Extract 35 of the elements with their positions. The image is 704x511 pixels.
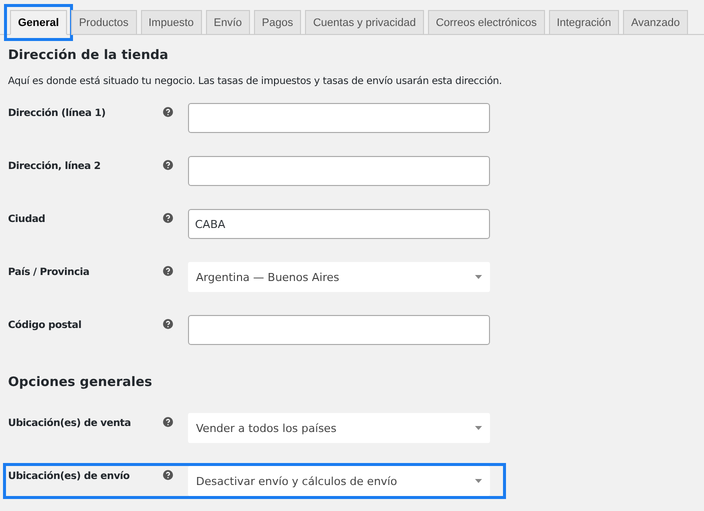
field-label: Código postal [8, 319, 82, 331]
field-label: Dirección, línea 2 [8, 160, 102, 172]
settings-tab[interactable]: Integración [548, 10, 620, 35]
help-icon[interactable] [163, 160, 173, 170]
help-icon[interactable] [163, 107, 173, 117]
field-label: País / Provincia [8, 266, 90, 278]
settings-tab[interactable]: Impuesto [140, 10, 202, 35]
select-field[interactable]: Desactivar envío y cálculos de envío [188, 466, 490, 496]
settings-tab[interactable]: Cuentas y privacidad [305, 10, 424, 35]
caret-icon [475, 426, 482, 430]
settings-tab[interactable]: Avanzado [623, 10, 688, 35]
help-icon[interactable] [163, 470, 173, 480]
field-label: Dirección (línea 1) [8, 107, 107, 119]
select-field[interactable]: Argentina — Buenos Aires [188, 262, 490, 292]
settings-tab[interactable]: Pagos [254, 10, 302, 35]
settings-tab[interactable]: Productos [70, 10, 136, 35]
text-field[interactable]: CABA [188, 209, 490, 239]
settings-tab[interactable]: Envío [206, 10, 250, 35]
field-label: Ciudad [8, 213, 46, 225]
help-icon[interactable] [163, 266, 173, 276]
help-icon[interactable] [163, 213, 173, 223]
select-field[interactable]: Vender a todos los países [188, 413, 490, 443]
caret-icon [475, 479, 482, 483]
field-label: Ubicación(es) de venta [8, 417, 132, 429]
section-title: Opciones generales [8, 375, 154, 392]
field-label: Ubicación(es) de envío [8, 470, 131, 482]
text-field[interactable] [188, 103, 490, 133]
help-icon[interactable] [163, 319, 173, 329]
section-title: Dirección de la tienda [8, 48, 170, 65]
caret-icon [475, 275, 482, 279]
help-icon[interactable] [163, 417, 173, 427]
settings-tab[interactable]: Correos electrónicos [428, 10, 545, 35]
text-field[interactable] [188, 315, 490, 345]
section-description: Aquí es donde está situado tu negocio. Las tasas de impuestos y tasas de envío usarán esta dirección. [8, 76, 503, 87]
text-field[interactable] [188, 156, 490, 186]
